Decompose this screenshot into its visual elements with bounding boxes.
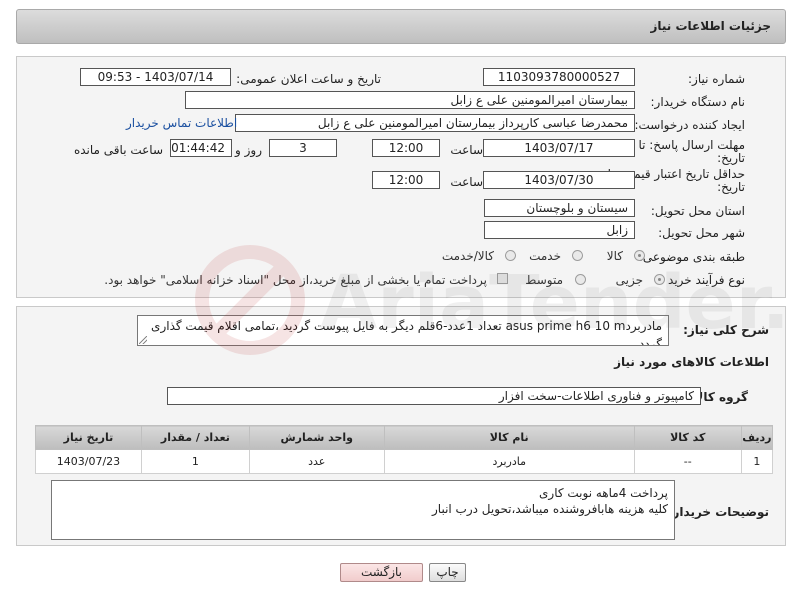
category-option-service: خدمت [529,249,561,263]
need-number-label: شماره نیاز: [688,72,745,86]
cell-qty: 1 [140,449,250,474]
remaining-time-label: ساعت باقی مانده [73,143,163,157]
days-remaining-field: 3 [269,139,337,157]
requester-field: محمدرضا عباسی کارپرداز بیمارستان امیرالم… [235,114,635,132]
announce-field: 1403/07/14 - 09:53 [80,68,231,86]
announce-label: تاریخ و ساعت اعلان عمومی: [236,72,381,86]
city-field: زابل [484,221,635,239]
cell-code: -- [633,449,742,474]
goods-table-header: ردیف کد کالا نام کالا واحد شمارش تعداد /… [35,425,774,450]
col-header-name: نام کالا [383,425,635,450]
summary-label: شرح کلی نیاز: [683,323,769,337]
goods-table: ردیف کد کالا نام کالا واحد شمارش تعداد /… [35,425,774,474]
page-title: جزئیات اطلاعات نیاز [650,19,771,33]
treasury-payment-checkbox[interactable] [497,273,508,284]
category-option-goods-service: کالا/خدمت [441,249,494,263]
deadline-date-label: تاریخ: [717,151,745,165]
back-button[interactable]: بازگشت [340,563,423,582]
province-label: استان محل تحویل: [650,204,745,218]
table-row: 1 -- مادربرد عدد 1 1403/07/23 [35,449,774,474]
page-header: جزئیات اطلاعات نیاز [16,9,786,44]
deadline-label: مهلت ارسال پاسخ: تا [638,138,745,152]
need-number-field: 1103093780000527 [483,68,635,86]
validity-date-label: تاریخ: [717,180,745,194]
validity-time-field: 12:00 [372,171,440,189]
buyer-notes-field: پرداخت 4ماهه نوبت کاری کلیه هزینه هابافر… [51,480,675,540]
deadline-time-field: 12:00 [372,139,440,157]
cell-unit: عدد [248,449,385,474]
summary-field: مادربردasus prime h6 10 m تعداد 1عدد-6قل… [137,315,669,346]
col-header-row: ردیف [740,425,774,450]
process-radio-medium[interactable] [575,274,586,285]
category-radio-goods[interactable] [634,250,645,261]
process-option-minor: جزیی [615,273,643,287]
goods-group-field: کامپیوتر و فناوری اطلاعات-سخت افزار [167,387,701,405]
process-label: نوع فرآیند خرید : [660,273,745,287]
col-header-date: تاریخ نیاز [35,425,142,450]
buyer-notes-line-1: پرداخت 4ماهه نوبت کاری [539,486,668,500]
cell-date: 1403/07/23 [35,449,142,474]
days-label: روز و [235,143,262,157]
requester-label: ایجاد کننده درخواست: [634,118,745,132]
col-header-qty: تعداد / مقدار [140,425,250,450]
category-radio-service[interactable] [572,250,583,261]
buyer-notes-line-2: کلیه هزینه هابافروشنده میباشد،تحویل درب … [432,502,668,516]
process-radio-minor[interactable] [654,274,665,285]
cell-name: مادربرد [383,449,635,474]
buyer-notes-label: توضیحات خریدار: [667,505,769,519]
validity-time-label: ساعت [450,175,483,189]
category-radio-goods-service[interactable] [505,250,516,261]
print-button[interactable]: چاپ [429,563,466,582]
summary-text: مادربردasus prime h6 10 m تعداد 1عدد-6قل… [151,319,662,346]
treasury-payment-note: پرداخت تمام یا بخشی از مبلغ خرید،از محل … [104,273,487,287]
buyer-org-label: نام دستگاه خریدار: [650,95,746,109]
buyer-org-field: بیمارستان امیرالمومنین علی ع زابل [185,91,635,109]
deadline-time-label: ساعت [450,143,483,157]
goods-section-title: اطلاعات کالاهای مورد نیاز [614,355,769,369]
city-label: شهر محل تحویل: [658,226,745,240]
deadline-date-field: 1403/07/17 [483,139,635,157]
process-option-medium: متوسط [525,273,563,287]
province-field: سیستان و بلوچستان [484,199,635,217]
summary-resize-handle[interactable] [139,336,147,344]
category-label: طبقه بندی موضوعی: [638,250,745,264]
col-header-unit: واحد شمارش [248,425,385,450]
validity-date-field: 1403/07/30 [483,171,635,189]
category-option-goods: کالا [606,249,623,263]
cell-row: 1 [740,449,774,474]
col-header-code: کد کالا [633,425,742,450]
remaining-time-field: 01:44:42 [170,139,232,157]
buyer-contact-link[interactable]: اطلاعات تماس خریدار [126,116,237,130]
